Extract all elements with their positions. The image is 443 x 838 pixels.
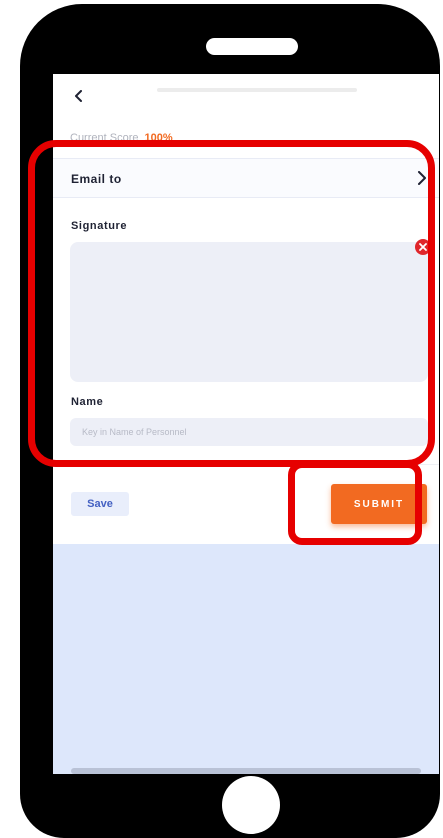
divider bbox=[53, 464, 439, 465]
top-bar bbox=[53, 74, 439, 124]
phone-speaker bbox=[206, 38, 298, 55]
clear-signature-button[interactable] bbox=[415, 239, 431, 255]
name-input[interactable] bbox=[70, 418, 428, 446]
current-score: Current Score 100% bbox=[70, 132, 173, 144]
save-button[interactable]: Save bbox=[71, 492, 129, 516]
phone-frame: Current Score 100% Email to Signature Na… bbox=[20, 4, 440, 838]
email-to-label: Email to bbox=[71, 172, 122, 186]
close-icon bbox=[419, 243, 427, 251]
app-screen: Current Score 100% Email to Signature Na… bbox=[53, 74, 439, 774]
chevron-left-icon bbox=[75, 90, 82, 102]
submit-button[interactable]: SUBMIT bbox=[331, 484, 427, 524]
blurred-content bbox=[71, 768, 421, 774]
page-title bbox=[157, 88, 357, 92]
score-label: Current Score bbox=[70, 132, 139, 144]
lower-content-area bbox=[53, 544, 439, 774]
score-value: 100% bbox=[144, 132, 173, 144]
signature-label: Signature bbox=[71, 220, 128, 232]
chevron-right-icon bbox=[418, 171, 426, 185]
home-button bbox=[222, 776, 280, 834]
back-button[interactable] bbox=[67, 84, 91, 108]
signature-pad[interactable] bbox=[70, 242, 428, 382]
name-label: Name bbox=[71, 396, 104, 408]
email-to-row[interactable]: Email to bbox=[53, 158, 439, 198]
